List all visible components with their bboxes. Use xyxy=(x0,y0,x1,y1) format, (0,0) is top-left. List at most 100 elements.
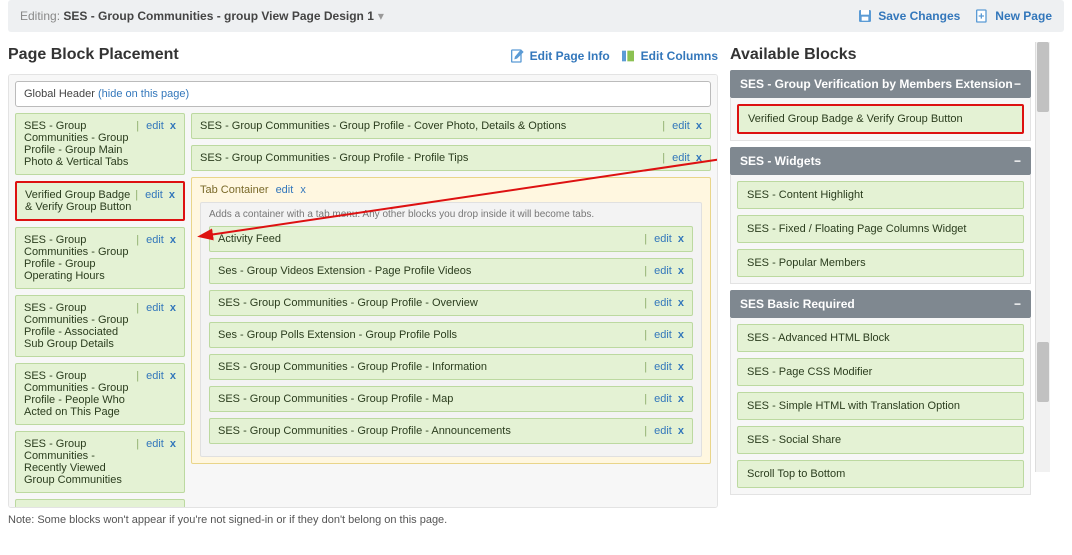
block-label: SES - Group Communities - Group Profile … xyxy=(200,120,659,132)
block-remove-link[interactable]: x xyxy=(678,393,684,405)
column-wide[interactable]: SES - Group Communities - Group Profile … xyxy=(191,113,711,508)
block-edit-link[interactable]: edit xyxy=(654,265,672,277)
tab-container-block[interactable]: Tab Container edit x Adds a container wi… xyxy=(191,177,711,464)
block-label: Verified Group Badge & Verify Group Butt… xyxy=(25,189,132,213)
block-label: Ses - Group Videos Extension - Page Prof… xyxy=(218,265,641,277)
narrow-block[interactable]: Verified Group Badge & Verify Group Butt… xyxy=(15,181,185,221)
global-header-block[interactable]: Global Header (hide on this page) xyxy=(15,81,711,107)
accordion-header[interactable]: SES - Group Verification by Members Exte… xyxy=(730,70,1031,98)
accordion-header[interactable]: SES Basic Required − xyxy=(730,290,1031,318)
save-button[interactable]: Save Changes xyxy=(857,8,960,24)
narrow-block[interactable]: SES - Group Communities - Recently Viewe… xyxy=(15,431,185,493)
wide-block[interactable]: SES - Group Communities - Group Profile … xyxy=(191,145,711,171)
wide-block[interactable]: SES - Group Communities - Group Profile … xyxy=(191,113,711,139)
tab-block[interactable]: Activity Feed|editx xyxy=(209,226,693,252)
block-remove-link[interactable]: x xyxy=(678,233,684,245)
block-label: SES - Group Communities - Group Profile … xyxy=(24,506,133,508)
tab-block[interactable]: SES - Group Communities - Group Profile … xyxy=(209,386,693,412)
new-page-button[interactable]: New Page xyxy=(974,8,1052,24)
block-remove-link[interactable]: x xyxy=(696,152,702,164)
edit-columns-link[interactable]: Edit Columns xyxy=(620,48,718,64)
right-scrollbar[interactable] xyxy=(1035,42,1050,472)
block-remove-link[interactable]: x xyxy=(678,329,684,341)
tab-block[interactable]: SES - Group Communities - Group Profile … xyxy=(209,290,693,316)
block-remove-link[interactable]: x xyxy=(170,302,176,314)
accordion-title: SES - Widgets xyxy=(740,154,821,168)
block-edit-link[interactable]: edit xyxy=(654,361,672,373)
available-block[interactable]: Scroll Top to Bottom xyxy=(737,460,1024,488)
tab-block[interactable]: Ses - Group Polls Extension - Group Prof… xyxy=(209,322,693,348)
narrow-block[interactable]: SES - Group Communities - Group Profile … xyxy=(15,363,185,425)
available-block[interactable]: SES - Fixed / Floating Page Columns Widg… xyxy=(737,215,1024,243)
tab-block[interactable]: SES - Group Communities - Group Profile … xyxy=(209,418,693,444)
block-remove-link[interactable]: x xyxy=(170,370,176,382)
available-block[interactable]: SES - Social Share xyxy=(737,426,1024,454)
block-remove-link[interactable]: x xyxy=(678,361,684,373)
available-block[interactable]: SES - Popular Members xyxy=(737,249,1024,277)
collapse-icon[interactable]: − xyxy=(1014,154,1021,168)
block-edit-link[interactable]: edit xyxy=(145,189,163,201)
narrow-block[interactable]: SES - Group Communities - Group Profile … xyxy=(15,295,185,357)
block-remove-link[interactable]: x xyxy=(696,120,702,132)
block-edit-link[interactable]: edit xyxy=(146,370,164,382)
block-label: SES - Group Communities - Recently Viewe… xyxy=(24,438,133,486)
block-edit-link[interactable]: edit xyxy=(654,233,672,245)
block-edit-link[interactable]: edit xyxy=(672,152,690,164)
block-edit-link[interactable]: edit xyxy=(672,120,690,132)
accordion-body: Verified Group Badge & Verify Group Butt… xyxy=(730,98,1031,141)
block-remove-link[interactable]: x xyxy=(170,120,176,132)
block-edit-link[interactable]: edit xyxy=(146,120,164,132)
editor-topbar: Editing: SES - Group Communities - group… xyxy=(8,0,1064,32)
accordion-header[interactable]: SES - Widgets − xyxy=(730,147,1031,175)
block-remove-link[interactable]: x xyxy=(678,265,684,277)
block-remove-link[interactable]: x xyxy=(169,189,175,201)
tab-container-edit[interactable]: edit xyxy=(276,184,294,196)
block-edit-link[interactable]: edit xyxy=(146,438,164,450)
left-panel-heading: Page Block Placement xyxy=(8,46,179,64)
block-remove-link[interactable]: x xyxy=(170,438,176,450)
narrow-block[interactable]: SES - Group Communities - Group Profile … xyxy=(15,113,185,175)
block-label: Activity Feed xyxy=(218,233,641,245)
available-block[interactable]: SES - Content Highlight xyxy=(737,181,1024,209)
new-page-icon xyxy=(974,8,990,24)
narrow-block[interactable]: SES - Group Communities - Group Profile … xyxy=(15,227,185,289)
hide-global-header-link[interactable]: (hide on this page) xyxy=(98,88,189,100)
block-remove-link[interactable]: x xyxy=(170,506,176,508)
block-remove-link[interactable]: x xyxy=(170,234,176,246)
page-dropdown[interactable]: ▾ xyxy=(378,9,384,23)
tab-container-remove[interactable]: x xyxy=(300,184,306,196)
tab-block[interactable]: SES - Group Communities - Group Profile … xyxy=(209,354,693,380)
accordion-body: SES - Advanced HTML Block SES - Page CSS … xyxy=(730,318,1031,495)
columns-icon xyxy=(620,48,636,64)
edit-page-icon xyxy=(509,48,525,64)
scrollbar-thumb[interactable] xyxy=(1037,342,1049,402)
block-edit-link[interactable]: edit xyxy=(146,234,164,246)
layout-canvas[interactable]: Global Header (hide on this page) SES - … xyxy=(8,74,718,508)
block-label: SES - Group Communities - Group Profile … xyxy=(200,152,659,164)
available-block[interactable]: SES - Simple HTML with Translation Optio… xyxy=(737,392,1024,420)
block-remove-link[interactable]: x xyxy=(678,425,684,437)
narrow-block[interactable]: SES - Group Communities - Group Profile … xyxy=(15,499,185,508)
accordion-title: SES Basic Required xyxy=(740,297,855,311)
available-block[interactable]: Verified Group Badge & Verify Group Butt… xyxy=(737,104,1024,134)
block-edit-link[interactable]: edit xyxy=(146,302,164,314)
page-title: SES - Group Communities - group View Pag… xyxy=(63,9,374,23)
available-block[interactable]: SES - Page CSS Modifier xyxy=(737,358,1024,386)
collapse-icon[interactable]: − xyxy=(1014,297,1021,311)
scrollbar-thumb[interactable] xyxy=(1037,42,1049,112)
block-edit-link[interactable]: edit xyxy=(654,297,672,309)
column-narrow[interactable]: SES - Group Communities - Group Profile … xyxy=(15,113,185,508)
block-remove-link[interactable]: x xyxy=(678,297,684,309)
collapse-icon[interactable]: − xyxy=(1014,77,1021,91)
footnote: Note: Some blocks won't appear if you're… xyxy=(0,508,1072,526)
tab-block[interactable]: Ses - Group Videos Extension - Page Prof… xyxy=(209,258,693,284)
block-label: SES - Group Communities - Group Profile … xyxy=(24,370,133,418)
right-panel-heading: Available Blocks xyxy=(730,46,1031,64)
block-edit-link[interactable]: edit xyxy=(654,425,672,437)
block-edit-link[interactable]: edit xyxy=(146,506,164,508)
available-block[interactable]: SES - Advanced HTML Block xyxy=(737,324,1024,352)
edit-page-info-link[interactable]: Edit Page Info xyxy=(509,48,610,64)
save-icon xyxy=(857,8,873,24)
block-edit-link[interactable]: edit xyxy=(654,329,672,341)
block-edit-link[interactable]: edit xyxy=(654,393,672,405)
